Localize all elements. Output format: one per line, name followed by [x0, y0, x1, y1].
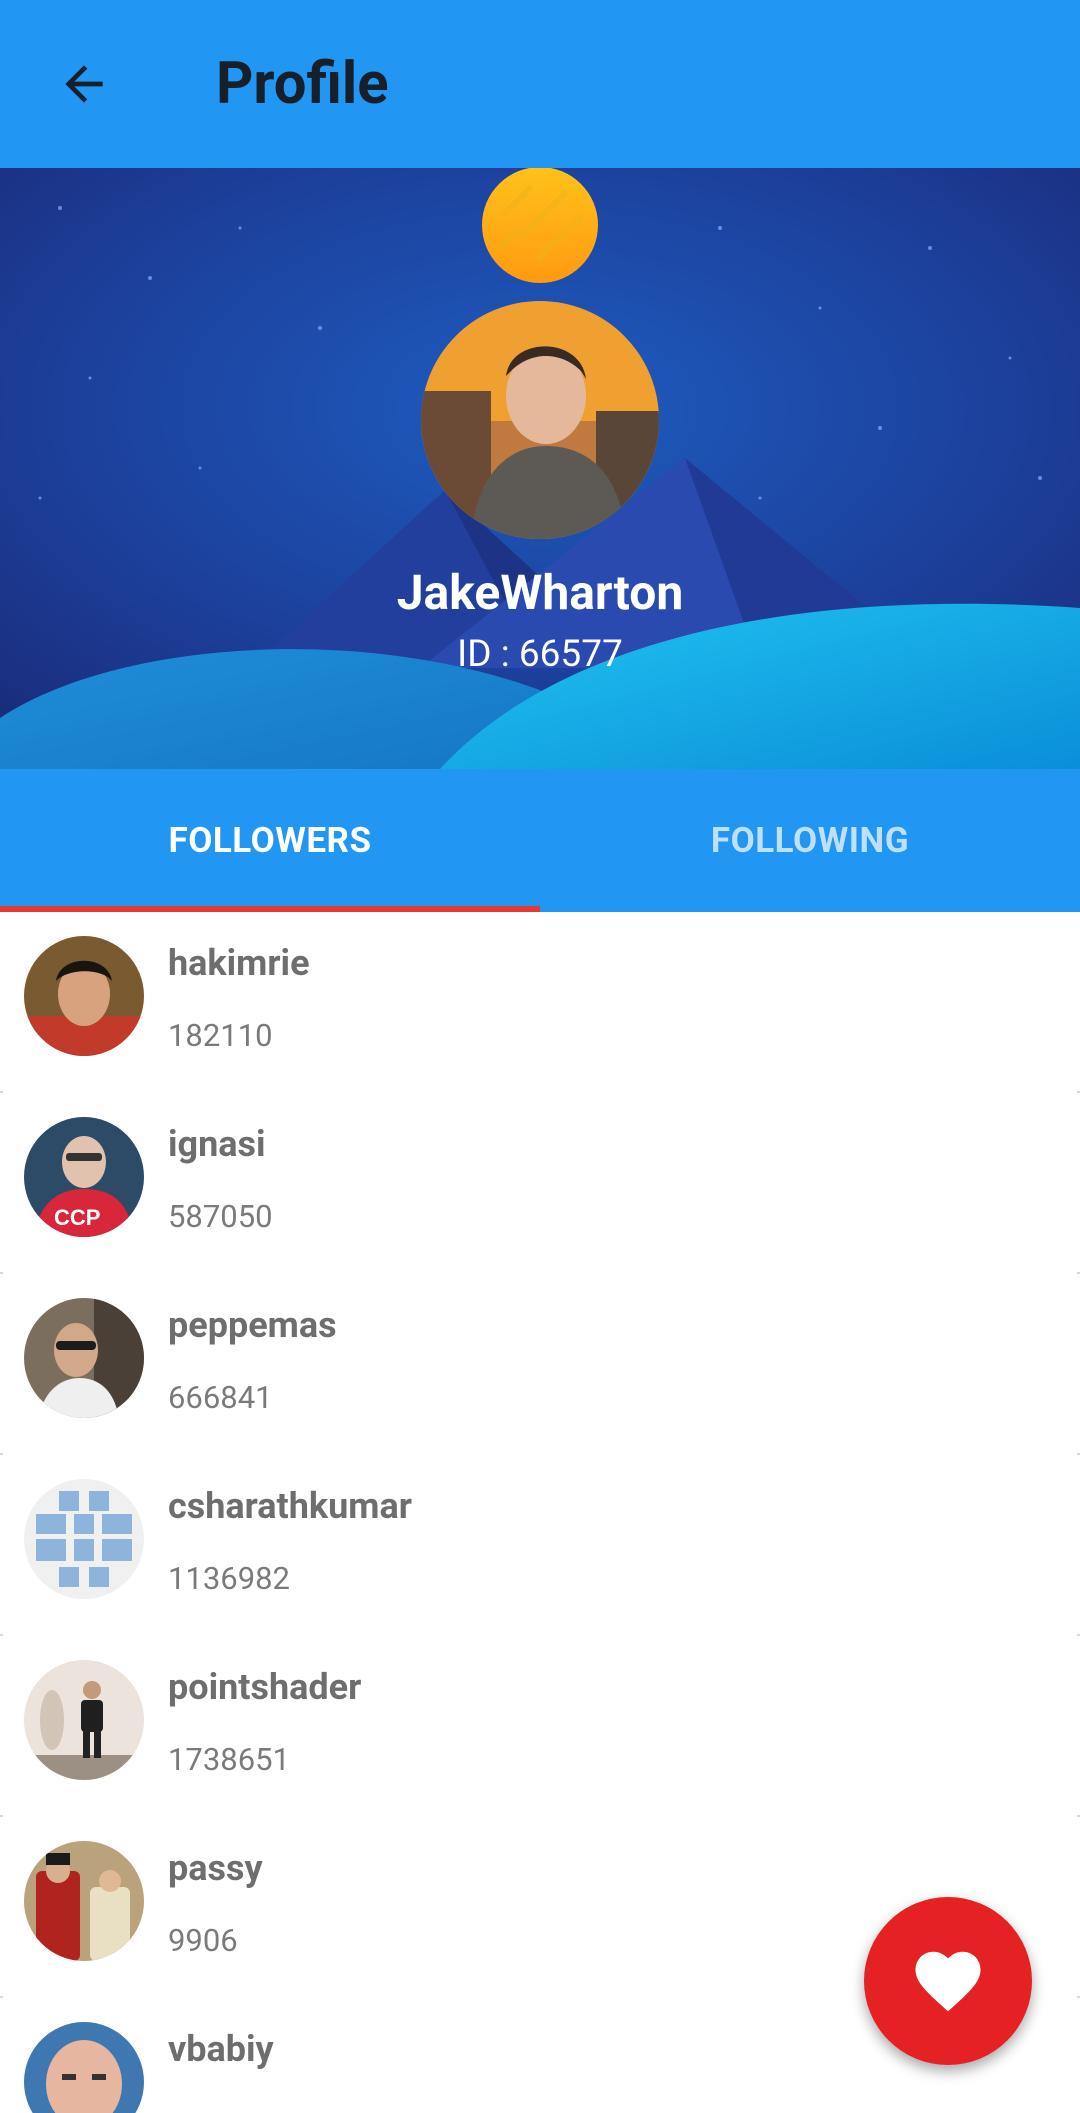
follower-count: 9906 — [168, 1922, 238, 1959]
list-item[interactable]: peppemas 666841 — [0, 1274, 1080, 1455]
follower-name: csharathkumar — [168, 1485, 412, 1527]
follower-count: 666841 — [168, 1379, 273, 1416]
tab-following[interactable]: FOLLOWING — [540, 769, 1080, 912]
profile-avatar — [421, 301, 659, 539]
follower-name: ignasi — [168, 1123, 266, 1165]
profile-header: JakeWharton ID : 66577 — [0, 168, 1080, 769]
tab-bar: FOLLOWERS FOLLOWING — [0, 769, 1080, 912]
list-item[interactable]: csharathkumar 1136982 — [0, 1455, 1080, 1636]
follower-count: 587050 — [168, 1198, 273, 1235]
avatar — [24, 936, 144, 1056]
avatar — [24, 1479, 144, 1599]
follower-name: pointshader — [168, 1666, 362, 1708]
avatar — [24, 1298, 144, 1418]
app-bar: Profile — [0, 0, 1080, 168]
list-item[interactable]: hakimrie 182110 — [0, 912, 1080, 1093]
follower-name: passy — [168, 1847, 263, 1889]
avatar: CCP — [24, 1117, 144, 1237]
follower-count: 182110 — [168, 1017, 273, 1054]
follower-name: peppemas — [168, 1304, 337, 1346]
avatar — [24, 2022, 144, 2113]
arrow-back-icon — [65, 65, 103, 103]
follower-count: 1136982 — [168, 1560, 290, 1597]
favorite-fab[interactable] — [864, 1897, 1032, 2065]
avatar — [24, 1660, 144, 1780]
list-item[interactable]: CCP ignasi 587050 — [0, 1093, 1080, 1274]
back-button[interactable] — [44, 44, 124, 124]
profile-name: JakeWharton — [396, 564, 684, 621]
svg-text:CCP: CCP — [54, 1205, 100, 1230]
follower-name: vbabiy — [168, 2028, 274, 2070]
heart-icon — [915, 1951, 981, 2012]
profile-id: ID : 66577 — [457, 633, 623, 676]
follower-name: hakimrie — [168, 942, 310, 984]
tab-followers[interactable]: FOLLOWERS — [0, 769, 540, 912]
list-item[interactable]: pointshader 1738651 — [0, 1636, 1080, 1817]
page-title: Profile — [216, 50, 389, 118]
avatar — [24, 1841, 144, 1961]
follower-count: 1738651 — [168, 1741, 290, 1778]
